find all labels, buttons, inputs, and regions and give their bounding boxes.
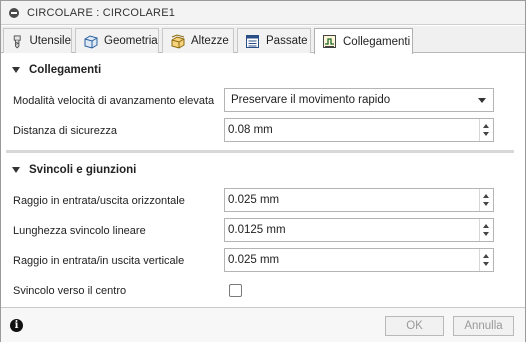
section-divider <box>6 150 514 153</box>
tab-bar: Utensile Geometria Altezze Passate Colle… <box>1 26 525 54</box>
retract-center-checkbox[interactable] <box>229 284 242 297</box>
passes-list-icon <box>246 34 259 48</box>
tab-label: Geometria <box>104 35 158 47</box>
spin-down-icon[interactable] <box>483 262 489 266</box>
cancel-button[interactable]: Annulla <box>453 316 514 336</box>
info-icon[interactable]: i <box>10 319 23 332</box>
collapse-caret-icon[interactable] <box>12 67 20 73</box>
rapid-mode-label: Modalità velocità di avanzamento elevata <box>13 95 215 107</box>
safe-distance-label: Distanza di sicurezza <box>13 125 117 137</box>
title-bar[interactable]: CIRCOLARE : CIRCOLARE1 <box>1 1 525 25</box>
collapse-caret-icon[interactable] <box>12 167 20 173</box>
vertical-radius-input[interactable] <box>225 249 479 271</box>
retract-center-label: Svincolo verso il centro <box>13 285 127 297</box>
dialog-title: CIRCOLARE : CIRCOLARE1 <box>27 6 176 19</box>
spin-down-icon[interactable] <box>483 202 489 206</box>
safe-distance-input[interactable] <box>225 119 479 141</box>
safe-distance-field[interactable] <box>224 118 494 142</box>
horizontal-radius-field[interactable] <box>224 188 494 212</box>
spin-up-icon[interactable] <box>483 124 489 128</box>
ok-button[interactable]: OK <box>385 316 444 336</box>
tab-utensile[interactable]: Utensile <box>3 28 72 53</box>
spin-up-icon[interactable] <box>483 224 489 228</box>
spin-down-icon[interactable] <box>483 132 489 136</box>
tab-label: Altezze <box>191 35 229 47</box>
linear-retract-field[interactable] <box>224 218 494 242</box>
dialog-window: CIRCOLARE : CIRCOLARE1 Utensile Geometri… <box>0 0 526 342</box>
tab-geometria[interactable]: Geometria <box>75 28 159 53</box>
tab-collegamenti[interactable]: Collegamenti <box>314 28 413 54</box>
tab-label: Passate <box>266 35 308 47</box>
tool-bit-icon <box>13 35 21 48</box>
vertical-radius-label: Raggio in entrata/in uscita verticale <box>13 255 185 267</box>
dialog-footer: i OK Annulla <box>1 307 525 342</box>
horizontal-radius-label: Raggio in entrata/uscita orizzontale <box>13 195 185 207</box>
spin-up-icon[interactable] <box>483 254 489 258</box>
spinner-buttons[interactable] <box>479 119 493 141</box>
spinner-buttons[interactable] <box>479 249 493 271</box>
collapse-icon[interactable] <box>9 7 19 18</box>
section-title: Svincoli e giunzioni <box>29 164 137 176</box>
heights-box-icon <box>171 33 185 49</box>
spin-up-icon[interactable] <box>483 194 489 198</box>
horizontal-radius-input[interactable] <box>225 189 479 211</box>
tab-passate[interactable]: Passate <box>237 28 311 53</box>
section-title: Collegamenti <box>29 64 102 76</box>
linking-icon <box>323 35 336 48</box>
linear-retract-input[interactable] <box>225 219 479 241</box>
linear-retract-label: Lunghezza svincolo lineare <box>13 225 146 237</box>
spinner-buttons[interactable] <box>479 219 493 241</box>
section-header-collegamenti[interactable]: Collegamenti <box>1 59 525 81</box>
section-header-svincoli[interactable]: Svincoli e giunzioni <box>1 159 525 181</box>
rapid-mode-value: Preservare il movimento rapido <box>231 94 391 106</box>
tab-label: Collegamenti <box>343 35 411 48</box>
tab-label: Utensile <box>29 35 71 47</box>
spin-down-icon[interactable] <box>483 232 489 236</box>
geometry-cube-icon <box>84 34 98 49</box>
chevron-down-icon <box>478 98 486 103</box>
spinner-buttons[interactable] <box>479 189 493 211</box>
rapid-mode-select[interactable]: Preservare il movimento rapido <box>224 88 494 112</box>
vertical-radius-field[interactable] <box>224 248 494 272</box>
tab-altezze[interactable]: Altezze <box>162 28 234 53</box>
